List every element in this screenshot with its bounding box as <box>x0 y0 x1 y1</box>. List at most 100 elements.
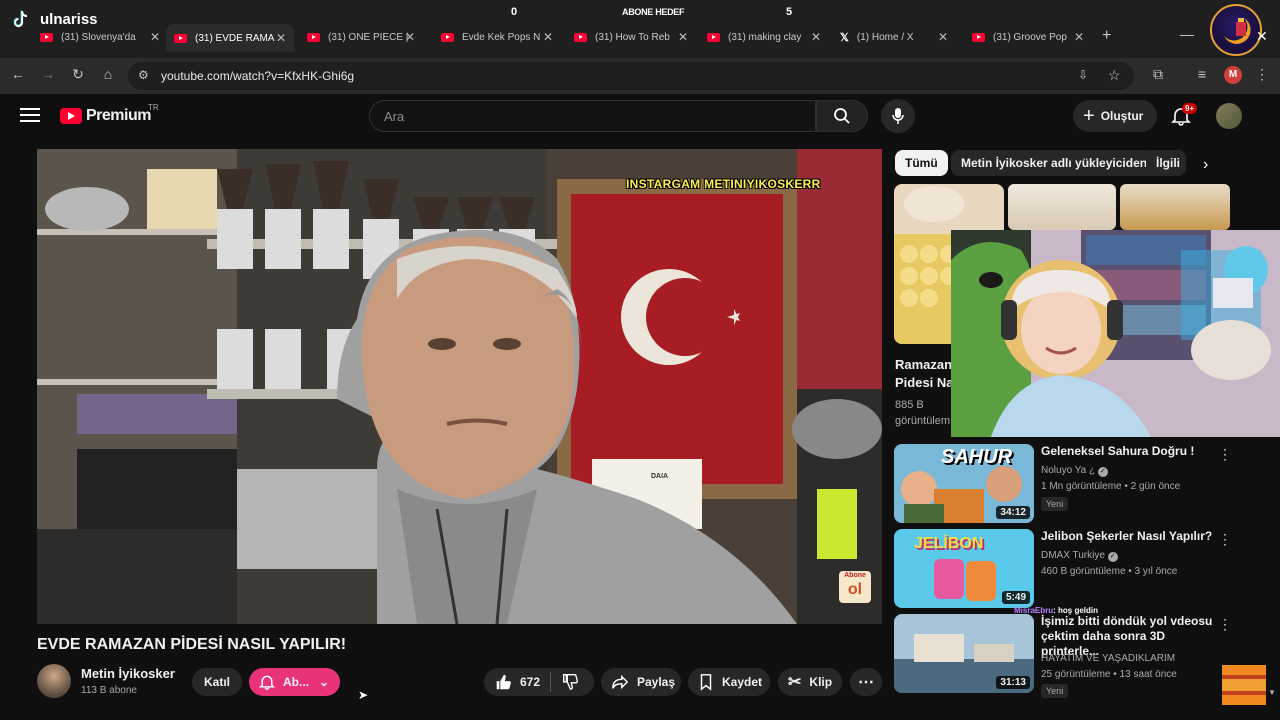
subscribe-button[interactable]: Ab... ⌄ <box>249 668 340 696</box>
bookmark-star-icon[interactable]: ☆ <box>1108 67 1121 84</box>
minimize-icon[interactable]: — <box>1180 26 1194 42</box>
search-placeholder: Ara <box>384 109 405 124</box>
subscribed-bell-icon <box>259 675 275 690</box>
youtube-logo-icon[interactable] <box>60 108 82 124</box>
new-tab-plus-icon[interactable]: + <box>1102 27 1111 45</box>
tab-3[interactable]: Evde Kek Pops N ✕ <box>441 26 563 48</box>
browser-address-bar: ← → ↻ ⌂ ⚙ youtube.com/watch?v=KfxHK-Ghi6… <box>0 58 1280 94</box>
rec-new-badge: Yeni <box>1041 497 1069 511</box>
rec-title: Geleneksel Sahura Doğru ! <box>1041 444 1195 458</box>
rec-duration: 31:13 <box>996 676 1030 689</box>
close-window-icon[interactable]: ✕ <box>1256 28 1268 45</box>
tab-label: Evde Kek Pops N <box>462 31 541 43</box>
microphone-icon <box>892 108 904 124</box>
profile-avatar[interactable]: M <box>1224 66 1242 84</box>
webcam-frame <box>951 230 1280 437</box>
more-actions-button[interactable]: ⋯ <box>850 668 882 696</box>
tab-5[interactable]: (31) making clay ✕ <box>707 26 825 48</box>
chat-username: MisraEbru <box>1014 606 1054 615</box>
goal-current: 0 <box>511 6 518 18</box>
partial-rec-title[interactable]: Ramazan Pidesi Na <box>895 356 954 392</box>
verified-check-icon: ✓ <box>1097 467 1108 477</box>
clip-button[interactable]: ✂ Klip <box>778 668 842 696</box>
rec-thumbnail[interactable]: 31:13 <box>894 614 1034 693</box>
extensions-icon[interactable]: ⧉ <box>1148 66 1168 83</box>
close-tab-icon[interactable]: ✕ <box>678 30 688 44</box>
rec-channel: Noluyo Ya ¿ ✓ <box>1041 464 1108 477</box>
tab-label: (1) Home / X <box>856 31 914 43</box>
chip-from-uploader[interactable]: Metin İyikosker adlı yükleyiciden <box>951 150 1158 176</box>
create-button[interactable]: + Oluştur <box>1073 100 1157 132</box>
join-label: Katıl <box>203 675 230 689</box>
share-button[interactable]: Paylaş <box>601 668 681 696</box>
rec-thumbnail[interactable]: SAHUR 34:12 <box>894 444 1034 523</box>
media-control-icon[interactable]: ≡ <box>1192 66 1212 82</box>
thumbs-down-icon <box>563 673 579 690</box>
ramadan-badge-icon <box>1210 4 1262 56</box>
partial-rec-thumbnail-3[interactable] <box>1120 184 1230 230</box>
chip-all[interactable]: Tümü <box>895 150 948 176</box>
webcam-overlay <box>951 230 1280 437</box>
video-player[interactable]: INSTARGAM METINIYIKOSKERR DAIA Abone ol <box>37 149 882 624</box>
url-field[interactable]: ⚙ youtube.com/watch?v=KfxHK-Ghi6g ⇩ ☆ <box>128 62 1134 90</box>
tab-1-active[interactable]: (31) EVDE RAMA ✕ <box>166 24 294 52</box>
tab-0[interactable]: (31) Slovenya'da ✕ <box>40 26 160 48</box>
site-info-icon[interactable]: ⚙ <box>138 68 149 82</box>
tab-4[interactable]: (31) How To Reb ✕ <box>574 26 692 48</box>
chevron-right-icon[interactable]: › <box>1203 156 1208 174</box>
close-tab-icon[interactable]: ✕ <box>1074 30 1084 44</box>
youtube-header: Premium TR Ara + Oluştur 9+ <box>0 94 1280 144</box>
recommendation-item[interactable]: 31:13 İşimiz bitti döndük yol vdeosu çek… <box>894 614 1234 698</box>
rec-thumbnail[interactable]: JELİBON 5:49 <box>894 529 1034 608</box>
search-button[interactable] <box>816 100 868 132</box>
scroll-down-icon[interactable]: ▼ <box>1268 688 1276 697</box>
search-input[interactable]: Ara <box>369 100 816 132</box>
save-button[interactable]: Kaydet <box>688 668 770 696</box>
like-button[interactable]: 672 <box>494 673 540 691</box>
url-text: youtube.com/watch?v=KfxHK-Ghi6g <box>161 69 355 83</box>
install-app-icon[interactable]: ⇩ <box>1078 68 1088 82</box>
like-count: 672 <box>520 675 541 689</box>
video-frame <box>37 149 882 624</box>
close-tab-icon[interactable]: ✕ <box>811 30 821 44</box>
forward-icon[interactable]: → <box>38 66 58 82</box>
tab-7[interactable]: (31) Groove Pop ✕ <box>972 26 1084 48</box>
close-tab-icon[interactable]: ✕ <box>405 30 415 44</box>
subscriber-count: 113 B abone <box>81 685 137 696</box>
rec-more-icon[interactable]: ⋮ <box>1218 531 1232 548</box>
sticker-bottom-text: ol <box>847 581 863 598</box>
rec-channel-name: Noluyo Ya ¿ <box>1041 465 1096 476</box>
youtube-favicon-icon <box>307 32 320 42</box>
hamburger-menu-icon[interactable] <box>20 108 40 122</box>
goal-label: ABONE HEDEF <box>622 7 685 17</box>
rec-meta: 460 B görüntüleme • 3 yıl önce <box>1041 566 1178 577</box>
close-tab-icon[interactable]: ✕ <box>276 31 286 45</box>
recommendation-item[interactable]: SAHUR 34:12 Geleneksel Sahura Doğru ! No… <box>894 444 1234 524</box>
tab-label: (31) Groove Pop <box>993 31 1067 43</box>
dislike-button[interactable] <box>561 672 579 693</box>
back-icon[interactable]: ← <box>8 66 28 82</box>
partial-rec-meta-line: görüntülem <box>895 415 951 427</box>
reload-icon[interactable]: ↻ <box>68 66 88 83</box>
home-icon[interactable]: ⌂ <box>98 66 118 82</box>
partial-rec-title-line2: Pidesi Na <box>895 375 954 390</box>
youtube-favicon-icon <box>972 32 985 42</box>
browser-menu-icon[interactable]: ⋮ <box>1252 66 1272 83</box>
voice-search-button[interactable] <box>881 99 915 133</box>
rec-more-icon[interactable]: ⋮ <box>1218 616 1232 633</box>
join-button[interactable]: Katıl <box>192 668 242 696</box>
channel-avatar[interactable] <box>37 664 71 698</box>
close-tab-icon[interactable]: ✕ <box>543 30 553 44</box>
account-avatar[interactable] <box>1216 103 1242 129</box>
recommendation-item[interactable]: JELİBON 5:49 Jelibon Şekerler Nasıl Yapı… <box>894 529 1234 609</box>
rec-thumbnail-text: JELİBON <box>914 535 984 552</box>
clip-label: Klip <box>809 675 833 689</box>
youtube-premium-wordmark[interactable]: Premium <box>86 107 151 125</box>
chip-related[interactable]: İlgili <box>1146 150 1186 176</box>
tab-6[interactable]: 𝕏 (1) Home / X ✕ <box>840 26 952 48</box>
channel-name[interactable]: Metin İyikosker <box>81 666 175 681</box>
close-tab-icon[interactable]: ✕ <box>938 30 948 44</box>
close-tab-icon[interactable]: ✕ <box>150 30 160 44</box>
partial-rec-thumbnail-2[interactable] <box>1008 184 1116 230</box>
rec-more-icon[interactable]: ⋮ <box>1218 446 1232 463</box>
